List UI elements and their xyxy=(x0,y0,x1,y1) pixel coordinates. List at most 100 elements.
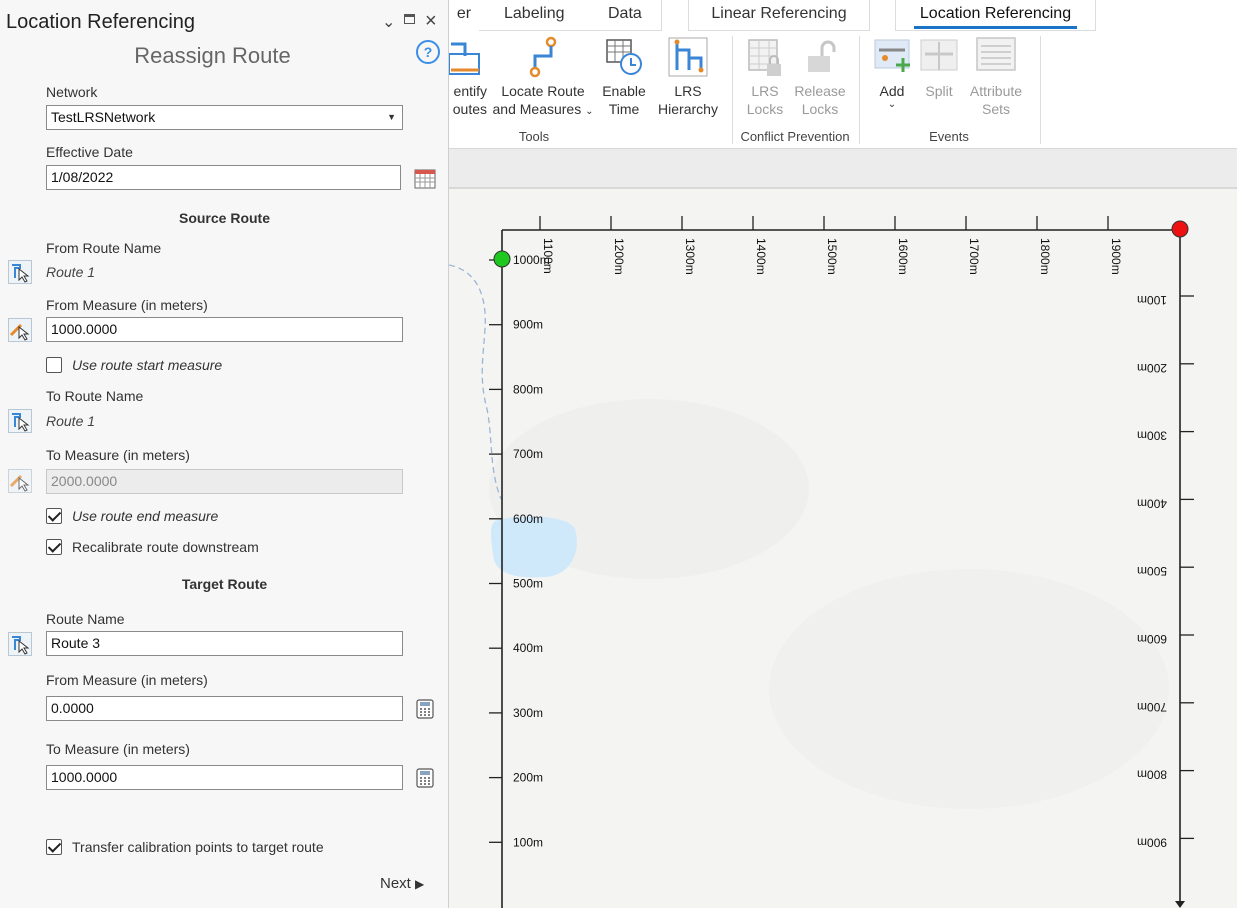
tool-title: Reassign Route xyxy=(134,43,291,68)
locate-route-button[interactable]: Locate Route and Measures ⌄ xyxy=(491,36,595,121)
locate-route-label2: and Measures ⌄ xyxy=(492,101,594,117)
release-locks-label1: Release xyxy=(794,83,846,99)
to-route-name-value: Route 1 xyxy=(46,413,96,429)
to-measure-value: 2000.0000 xyxy=(51,473,118,489)
tab-labeling[interactable]: Labeling xyxy=(504,0,565,28)
attribute-sets-label1: Attribute xyxy=(969,83,1023,99)
from-route-name-label: From Route Name xyxy=(46,240,162,256)
lrs-locks-icon xyxy=(748,39,781,76)
left-axis-label: 400m xyxy=(513,641,543,655)
tab-labeling-data: Labeling Data xyxy=(479,0,662,31)
top-axis-label: 1500m xyxy=(825,238,839,275)
left-axis-label: 300m xyxy=(513,706,543,720)
top-axis-label: 1400m xyxy=(754,238,768,275)
lrs-hierarchy-icon xyxy=(668,37,708,77)
recalibrate-checkbox[interactable] xyxy=(46,539,62,555)
top-axis-label: 1600m xyxy=(896,238,910,275)
map-view[interactable]: 1100m 1200m 1300m 1400m 1500m 1600m 1700m 1800m… xyxy=(449,189,1237,908)
tab-linear-referencing[interactable]: Linear Referencing xyxy=(688,0,870,31)
route-name-input[interactable]: Route 3 xyxy=(46,631,403,656)
right-axis-label: 300m xyxy=(1137,429,1167,443)
use-route-start-checkbox[interactable] xyxy=(46,357,62,373)
add-event-icon xyxy=(874,39,910,72)
target-from-measure-label: From Measure (in meters) xyxy=(46,672,208,688)
top-axis-label: 1800m xyxy=(1038,238,1052,275)
right-axis-label: 800m xyxy=(1137,768,1167,782)
release-locks-label2: Locks xyxy=(801,101,839,117)
right-axis-label: 600m xyxy=(1137,632,1167,646)
lrs-locks-button[interactable]: LRS Locks xyxy=(741,36,789,118)
active-tab-underline xyxy=(914,26,1077,29)
split-icon xyxy=(920,39,958,71)
use-route-end-label: Use route end measure xyxy=(72,508,219,524)
target-to-measure-label: To Measure (in meters) xyxy=(46,741,190,757)
help-icon[interactable]: ? xyxy=(416,40,440,64)
transfer-calibration-label: Transfer calibration points to target ro… xyxy=(72,839,324,855)
to-route-name-label: To Route Name xyxy=(46,388,144,404)
top-axis-label: 1300m xyxy=(683,238,697,275)
close-icon[interactable]: × xyxy=(425,10,437,33)
from-measure-input[interactable]: 1000.0000 xyxy=(46,317,403,342)
left-axis-label: 200m xyxy=(513,771,543,785)
top-axis-label: 1900m xyxy=(1109,238,1123,275)
pick-route-icon[interactable] xyxy=(8,632,32,656)
identify-routes-button[interactable]: entify outes xyxy=(449,36,487,118)
pick-measure-icon[interactable] xyxy=(8,469,32,493)
left-axis-label: 800m xyxy=(513,382,543,396)
recalibrate-label: Recalibrate route downstream xyxy=(72,539,259,555)
pick-measure-icon[interactable] xyxy=(8,318,32,342)
attribute-sets-button[interactable]: Attribute Sets xyxy=(963,36,1029,118)
calculator-icon[interactable] xyxy=(416,699,434,719)
group-separator xyxy=(859,36,860,144)
next-label: Next xyxy=(380,875,411,892)
release-locks-button[interactable]: Release Locks xyxy=(789,36,851,118)
tab-data[interactable]: Data xyxy=(608,0,642,28)
identify-routes-label1: entify xyxy=(453,83,487,99)
add-event-button[interactable]: Add ⌄ xyxy=(869,36,915,110)
top-axis-label: 1700m xyxy=(967,238,981,275)
effective-date-label: Effective Date xyxy=(46,144,133,160)
pick-route-icon[interactable] xyxy=(8,260,32,284)
network-dropdown[interactable]: TestLRSNetwork ▼ xyxy=(46,105,403,130)
locate-route-label1: Locate Route xyxy=(501,83,585,99)
route-start-point[interactable] xyxy=(493,250,511,268)
effective-date-value: 1/08/2022 xyxy=(51,169,114,185)
use-route-end-checkbox[interactable] xyxy=(46,508,62,524)
right-axis-label: 400m xyxy=(1137,496,1167,510)
group-separator xyxy=(732,36,733,144)
tab-location-referencing-label: Location Referencing xyxy=(919,5,1072,22)
lrs-hierarchy-label2: Hierarchy xyxy=(658,101,718,117)
add-event-label: Add xyxy=(879,83,905,99)
from-measure-label: From Measure (in meters) xyxy=(46,297,208,313)
calculator-icon[interactable] xyxy=(416,768,434,788)
tab-er[interactable]: er xyxy=(449,0,479,30)
tab-location-referencing[interactable]: Location Referencing xyxy=(895,0,1096,31)
target-to-measure-input[interactable]: 1000.0000 xyxy=(46,765,403,790)
route-end-point[interactable] xyxy=(1171,220,1189,238)
chevron-down-icon[interactable]: ⌄ xyxy=(382,12,395,32)
group-label-tools: Tools xyxy=(518,129,550,144)
play-arrow-icon: ▶ xyxy=(415,877,425,891)
attribute-sets-icon xyxy=(976,37,1016,71)
dropdown-arrow-icon: ▼ xyxy=(387,112,396,122)
target-from-measure-input[interactable]: 0.0000 xyxy=(46,696,403,721)
right-axis-label: 100m xyxy=(1137,293,1167,307)
effective-date-input[interactable]: 1/08/2022 xyxy=(46,165,401,190)
attribute-sets-label2: Sets xyxy=(981,101,1010,117)
basemap-texture xyxy=(769,569,1169,809)
from-route-name-value: Route 1 xyxy=(46,264,96,280)
lrs-hierarchy-button[interactable]: LRS Hierarchy xyxy=(653,36,723,118)
pick-route-icon[interactable] xyxy=(8,409,32,433)
route-name-label: Route Name xyxy=(46,611,125,627)
enable-time-button[interactable]: Enable Time xyxy=(599,36,649,118)
right-axis-label: 700m xyxy=(1137,700,1167,714)
calendar-icon[interactable] xyxy=(414,167,436,189)
enable-time-label1: Enable xyxy=(602,83,646,99)
transfer-calibration-checkbox[interactable] xyxy=(46,839,62,855)
map-canvas: 1100m 1200m 1300m 1400m 1500m 1600m 1700m 1800m… xyxy=(449,189,1237,908)
maximize-icon[interactable] xyxy=(404,14,415,24)
target-to-measure-value: 1000.0000 xyxy=(51,769,118,785)
next-button[interactable]: Next ▶ xyxy=(380,875,424,892)
split-button[interactable]: Split xyxy=(917,36,961,100)
chevron-down-icon: ⌄ xyxy=(585,106,594,117)
